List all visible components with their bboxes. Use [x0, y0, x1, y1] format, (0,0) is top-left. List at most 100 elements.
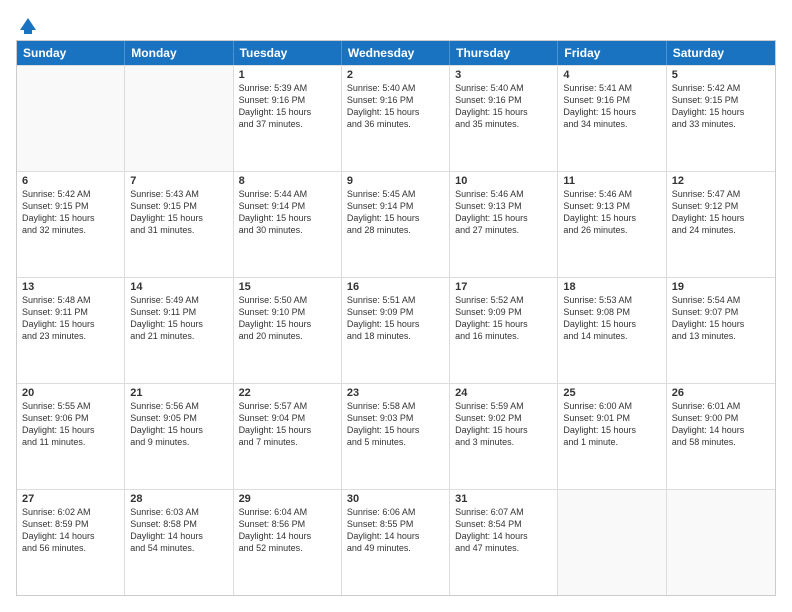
cell-text: Sunrise: 6:07 AM Sunset: 8:54 PM Dayligh…: [455, 506, 552, 555]
calendar-row-4: 27Sunrise: 6:02 AM Sunset: 8:59 PM Dayli…: [17, 489, 775, 595]
day-number: 10: [455, 175, 552, 187]
day-number: 27: [22, 493, 119, 505]
page: SundayMondayTuesdayWednesdayThursdayFrid…: [0, 0, 792, 612]
calendar-cell-7: 7Sunrise: 5:43 AM Sunset: 9:15 PM Daylig…: [125, 172, 233, 277]
logo: [16, 16, 40, 32]
day-number: 19: [672, 281, 770, 293]
header: [16, 16, 776, 32]
calendar-cell-26: 26Sunrise: 6:01 AM Sunset: 9:00 PM Dayli…: [667, 384, 775, 489]
cell-text: Sunrise: 5:40 AM Sunset: 9:16 PM Dayligh…: [455, 82, 552, 131]
calendar-cell-31: 31Sunrise: 6:07 AM Sunset: 8:54 PM Dayli…: [450, 490, 558, 595]
calendar-cell-29: 29Sunrise: 6:04 AM Sunset: 8:56 PM Dayli…: [234, 490, 342, 595]
calendar-cell-23: 23Sunrise: 5:58 AM Sunset: 9:03 PM Dayli…: [342, 384, 450, 489]
calendar-cell-18: 18Sunrise: 5:53 AM Sunset: 9:08 PM Dayli…: [558, 278, 666, 383]
calendar-cell-1: 1Sunrise: 5:39 AM Sunset: 9:16 PM Daylig…: [234, 66, 342, 171]
calendar-cell-8: 8Sunrise: 5:44 AM Sunset: 9:14 PM Daylig…: [234, 172, 342, 277]
calendar-cell-28: 28Sunrise: 6:03 AM Sunset: 8:58 PM Dayli…: [125, 490, 233, 595]
day-number: 20: [22, 387, 119, 399]
cell-text: Sunrise: 5:48 AM Sunset: 9:11 PM Dayligh…: [22, 294, 119, 343]
cell-text: Sunrise: 6:06 AM Sunset: 8:55 PM Dayligh…: [347, 506, 444, 555]
day-number: 9: [347, 175, 444, 187]
cell-text: Sunrise: 5:46 AM Sunset: 9:13 PM Dayligh…: [563, 188, 660, 237]
cell-text: Sunrise: 6:01 AM Sunset: 9:00 PM Dayligh…: [672, 400, 770, 449]
cell-text: Sunrise: 5:42 AM Sunset: 9:15 PM Dayligh…: [672, 82, 770, 131]
calendar-header-wednesday: Wednesday: [342, 41, 450, 65]
day-number: 17: [455, 281, 552, 293]
cell-text: Sunrise: 5:44 AM Sunset: 9:14 PM Dayligh…: [239, 188, 336, 237]
calendar-cell-12: 12Sunrise: 5:47 AM Sunset: 9:12 PM Dayli…: [667, 172, 775, 277]
calendar-header-tuesday: Tuesday: [234, 41, 342, 65]
calendar-cell-empty: [125, 66, 233, 171]
calendar-cell-14: 14Sunrise: 5:49 AM Sunset: 9:11 PM Dayli…: [125, 278, 233, 383]
cell-text: Sunrise: 5:52 AM Sunset: 9:09 PM Dayligh…: [455, 294, 552, 343]
calendar-cell-17: 17Sunrise: 5:52 AM Sunset: 9:09 PM Dayli…: [450, 278, 558, 383]
cell-text: Sunrise: 6:02 AM Sunset: 8:59 PM Dayligh…: [22, 506, 119, 555]
calendar-cell-11: 11Sunrise: 5:46 AM Sunset: 9:13 PM Dayli…: [558, 172, 666, 277]
calendar-body: 1Sunrise: 5:39 AM Sunset: 9:16 PM Daylig…: [17, 65, 775, 595]
calendar-row-1: 6Sunrise: 5:42 AM Sunset: 9:15 PM Daylig…: [17, 171, 775, 277]
cell-text: Sunrise: 6:04 AM Sunset: 8:56 PM Dayligh…: [239, 506, 336, 555]
calendar-cell-15: 15Sunrise: 5:50 AM Sunset: 9:10 PM Dayli…: [234, 278, 342, 383]
day-number: 23: [347, 387, 444, 399]
calendar-cell-6: 6Sunrise: 5:42 AM Sunset: 9:15 PM Daylig…: [17, 172, 125, 277]
day-number: 1: [239, 69, 336, 81]
cell-text: Sunrise: 5:55 AM Sunset: 9:06 PM Dayligh…: [22, 400, 119, 449]
day-number: 26: [672, 387, 770, 399]
cell-text: Sunrise: 5:58 AM Sunset: 9:03 PM Dayligh…: [347, 400, 444, 449]
calendar-header-sunday: Sunday: [17, 41, 125, 65]
day-number: 8: [239, 175, 336, 187]
day-number: 22: [239, 387, 336, 399]
calendar-cell-9: 9Sunrise: 5:45 AM Sunset: 9:14 PM Daylig…: [342, 172, 450, 277]
calendar-row-0: 1Sunrise: 5:39 AM Sunset: 9:16 PM Daylig…: [17, 65, 775, 171]
cell-text: Sunrise: 5:39 AM Sunset: 9:16 PM Dayligh…: [239, 82, 336, 131]
calendar-cell-30: 30Sunrise: 6:06 AM Sunset: 8:55 PM Dayli…: [342, 490, 450, 595]
cell-text: Sunrise: 5:53 AM Sunset: 9:08 PM Dayligh…: [563, 294, 660, 343]
day-number: 28: [130, 493, 227, 505]
cell-text: Sunrise: 5:57 AM Sunset: 9:04 PM Dayligh…: [239, 400, 336, 449]
cell-text: Sunrise: 5:47 AM Sunset: 9:12 PM Dayligh…: [672, 188, 770, 237]
day-number: 31: [455, 493, 552, 505]
day-number: 21: [130, 387, 227, 399]
day-number: 29: [239, 493, 336, 505]
cell-text: Sunrise: 6:03 AM Sunset: 8:58 PM Dayligh…: [130, 506, 227, 555]
day-number: 11: [563, 175, 660, 187]
day-number: 16: [347, 281, 444, 293]
calendar-cell-16: 16Sunrise: 5:51 AM Sunset: 9:09 PM Dayli…: [342, 278, 450, 383]
calendar-cell-22: 22Sunrise: 5:57 AM Sunset: 9:04 PM Dayli…: [234, 384, 342, 489]
day-number: 7: [130, 175, 227, 187]
day-number: 18: [563, 281, 660, 293]
day-number: 6: [22, 175, 119, 187]
calendar-cell-3: 3Sunrise: 5:40 AM Sunset: 9:16 PM Daylig…: [450, 66, 558, 171]
cell-text: Sunrise: 5:42 AM Sunset: 9:15 PM Dayligh…: [22, 188, 119, 237]
calendar-cell-13: 13Sunrise: 5:48 AM Sunset: 9:11 PM Dayli…: [17, 278, 125, 383]
cell-text: Sunrise: 5:41 AM Sunset: 9:16 PM Dayligh…: [563, 82, 660, 131]
cell-text: Sunrise: 5:59 AM Sunset: 9:02 PM Dayligh…: [455, 400, 552, 449]
calendar-header-row: SundayMondayTuesdayWednesdayThursdayFrid…: [17, 41, 775, 65]
calendar-header-friday: Friday: [558, 41, 666, 65]
calendar-row-2: 13Sunrise: 5:48 AM Sunset: 9:11 PM Dayli…: [17, 277, 775, 383]
calendar-cell-2: 2Sunrise: 5:40 AM Sunset: 9:16 PM Daylig…: [342, 66, 450, 171]
cell-text: Sunrise: 5:51 AM Sunset: 9:09 PM Dayligh…: [347, 294, 444, 343]
cell-text: Sunrise: 6:00 AM Sunset: 9:01 PM Dayligh…: [563, 400, 660, 449]
calendar-header-monday: Monday: [125, 41, 233, 65]
cell-text: Sunrise: 5:49 AM Sunset: 9:11 PM Dayligh…: [130, 294, 227, 343]
calendar-cell-24: 24Sunrise: 5:59 AM Sunset: 9:02 PM Dayli…: [450, 384, 558, 489]
day-number: 24: [455, 387, 552, 399]
calendar-cell-empty: [667, 490, 775, 595]
calendar-row-3: 20Sunrise: 5:55 AM Sunset: 9:06 PM Dayli…: [17, 383, 775, 489]
day-number: 12: [672, 175, 770, 187]
calendar-cell-5: 5Sunrise: 5:42 AM Sunset: 9:15 PM Daylig…: [667, 66, 775, 171]
day-number: 14: [130, 281, 227, 293]
calendar-cell-empty: [558, 490, 666, 595]
cell-text: Sunrise: 5:40 AM Sunset: 9:16 PM Dayligh…: [347, 82, 444, 131]
calendar-cell-4: 4Sunrise: 5:41 AM Sunset: 9:16 PM Daylig…: [558, 66, 666, 171]
calendar-cell-25: 25Sunrise: 6:00 AM Sunset: 9:01 PM Dayli…: [558, 384, 666, 489]
cell-text: Sunrise: 5:50 AM Sunset: 9:10 PM Dayligh…: [239, 294, 336, 343]
calendar-cell-10: 10Sunrise: 5:46 AM Sunset: 9:13 PM Dayli…: [450, 172, 558, 277]
day-number: 15: [239, 281, 336, 293]
day-number: 2: [347, 69, 444, 81]
cell-text: Sunrise: 5:45 AM Sunset: 9:14 PM Dayligh…: [347, 188, 444, 237]
calendar-header-thursday: Thursday: [450, 41, 558, 65]
day-number: 3: [455, 69, 552, 81]
calendar-cell-20: 20Sunrise: 5:55 AM Sunset: 9:06 PM Dayli…: [17, 384, 125, 489]
